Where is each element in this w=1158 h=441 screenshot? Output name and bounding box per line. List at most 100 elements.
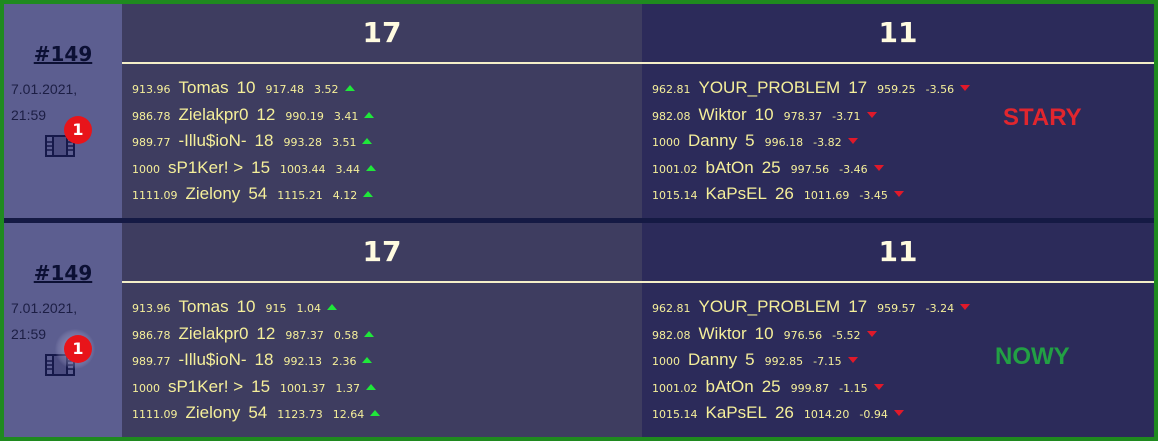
- elo-after: 915: [265, 302, 287, 315]
- arrow-up-icon: [364, 111, 375, 118]
- arrow-up-icon: [327, 304, 337, 310]
- player-list: 962.81 YOUR_PROBLEM 17 959.25 -3.56 982.08 Wik…: [642, 64, 1154, 211]
- team-a-score: 17: [362, 235, 402, 268]
- arrow-up-icon: [362, 138, 373, 144]
- elo-before: 1111.09: [132, 408, 178, 421]
- player-row: 913.96 Tomas 10 915 1.04: [132, 297, 642, 324]
- match-date: 7.01.2021,: [11, 300, 78, 316]
- player-level: 18: [254, 350, 274, 369]
- elo-after: 999.87: [790, 381, 830, 395]
- elo-after: 990.19: [285, 109, 324, 123]
- elo-after: 992.85: [764, 355, 804, 368]
- elo-before: 962.81: [652, 302, 691, 315]
- player-level: 5: [745, 350, 755, 369]
- player-list: 913.96 Tomas 10 915 1.04 986.78 Zielakpr0 12 987…: [122, 283, 642, 430]
- player-level: 10: [754, 104, 774, 124]
- arrow-up-icon: [364, 330, 375, 337]
- elo-delta: -0.94: [859, 408, 888, 421]
- match-id-link[interactable]: #149: [4, 261, 122, 285]
- player-name: Zielakpr0: [178, 104, 249, 124]
- player-name: YOUR_PROBLEM: [698, 78, 841, 97]
- elo-before: 913.96: [132, 83, 171, 96]
- player-row: 1000 Danny 5 996.18 -3.82: [652, 131, 1154, 158]
- player-name: bAtOn: [705, 157, 754, 177]
- arrow-up-icon: [344, 85, 355, 91]
- player-level: 12: [256, 323, 276, 343]
- player-name: Zielony: [185, 403, 241, 422]
- arrow-down-icon: [847, 138, 858, 144]
- player-level: 10: [754, 323, 774, 343]
- player-row: 1015.14 KaPsEL 26 1014.20 -0.94: [652, 403, 1154, 430]
- team-b-panel: 11 962.81 YOUR_PROBLEM 17 959.57 -3.24 982.08…: [642, 223, 1154, 437]
- player-name: Zielakpr0: [178, 323, 249, 343]
- arrow-up-icon: [366, 164, 377, 171]
- player-row: 1000 sP1Ker! > 15 1001.37 1.37: [132, 377, 642, 404]
- elo-after: 997.56: [790, 162, 830, 176]
- elo-delta: 1.04: [296, 302, 322, 315]
- elo-before: 962.81: [652, 83, 691, 96]
- elo-after: 1003.44: [280, 162, 326, 176]
- elo-delta: 3.44: [335, 162, 361, 176]
- player-row: 1111.09 Zielony 54 1115.21 4.12: [132, 184, 642, 211]
- player-list: 962.81 YOUR_PROBLEM 17 959.57 -3.24 982.08 Wik…: [642, 283, 1154, 430]
- player-row: 962.81 YOUR_PROBLEM 17 959.57 -3.24: [652, 297, 1154, 324]
- elo-after: 976.56: [783, 328, 823, 342]
- player-name: Danny: [688, 131, 738, 150]
- elo-after: 987.37: [285, 328, 324, 342]
- team-b-panel: 11 962.81 YOUR_PROBLEM 17 959.25 -3.56 982.08…: [642, 4, 1154, 218]
- elo-after: 993.28: [283, 136, 322, 149]
- player-row: 913.96 Tomas 10 917.48 3.52: [132, 78, 642, 105]
- elo-delta: -3.56: [925, 83, 955, 96]
- elo-delta: -1.15: [839, 381, 868, 395]
- player-level: 18: [254, 131, 274, 150]
- team-a-panel: 17 913.96 Tomas 10 915 1.04 986.78 Zielakpr0 12…: [122, 223, 642, 437]
- elo-delta: -3.45: [859, 189, 888, 202]
- player-name: -Illu$ioN-: [178, 131, 247, 150]
- player-level: 25: [761, 157, 781, 177]
- elo-delta: 1.37: [335, 381, 361, 395]
- player-level: 5: [745, 131, 755, 150]
- arrow-up-icon: [366, 383, 377, 390]
- player-row: 1015.14 KaPsEL 26 1011.69 -3.45: [652, 184, 1154, 211]
- elo-after: 1115.21: [277, 189, 323, 202]
- player-row: 962.81 YOUR_PROBLEM 17 959.25 -3.56: [652, 78, 1154, 105]
- arrow-down-icon: [847, 357, 858, 363]
- arrow-up-icon: [362, 357, 373, 363]
- player-level: 26: [774, 184, 794, 203]
- elo-before: 1015.14: [652, 408, 698, 421]
- match-comparison-panel: #149 7.01.2021, 21:59 1 17 913.96 Tomas …: [4, 4, 1154, 437]
- elo-before: 989.77: [132, 136, 171, 149]
- arrow-down-icon: [873, 164, 884, 171]
- arrow-down-icon: [893, 191, 904, 197]
- player-name: Tomas: [178, 78, 229, 97]
- elo-before: 989.77: [132, 355, 171, 368]
- elo-delta: 4.12: [332, 189, 358, 202]
- player-level: 10: [236, 297, 256, 316]
- player-name: Wiktor: [698, 323, 747, 343]
- elo-before: 982.08: [652, 109, 691, 123]
- arrow-down-icon: [960, 304, 971, 310]
- elo-delta: -3.46: [839, 162, 868, 176]
- player-name: KaPsEL: [705, 184, 767, 203]
- elo-before: 982.08: [652, 328, 691, 342]
- player-level: 10: [236, 78, 256, 97]
- elo-delta: -3.82: [813, 136, 842, 149]
- elo-after: 996.18: [764, 136, 804, 149]
- player-level: 17: [848, 297, 868, 316]
- player-name: Danny: [688, 350, 738, 369]
- elo-before: 913.96: [132, 302, 171, 315]
- player-level: 54: [248, 184, 268, 203]
- match-id-link[interactable]: #149: [4, 42, 122, 66]
- arrow-up-icon: [370, 410, 381, 416]
- elo-delta: -3.24: [925, 302, 955, 315]
- player-row: 986.78 Zielakpr0 12 990.19 3.41: [132, 105, 642, 132]
- elo-after: 959.25: [877, 83, 916, 96]
- elo-delta: 3.51: [331, 136, 357, 149]
- arrow-down-icon: [893, 410, 904, 416]
- player-name: Tomas: [178, 297, 229, 316]
- elo-before: 1001.02: [652, 381, 698, 395]
- team-b-score: 11: [878, 16, 918, 49]
- elo-after: 959.57: [877, 302, 916, 315]
- elo-before: 986.78: [132, 328, 171, 342]
- elo-before: 1000: [132, 381, 160, 395]
